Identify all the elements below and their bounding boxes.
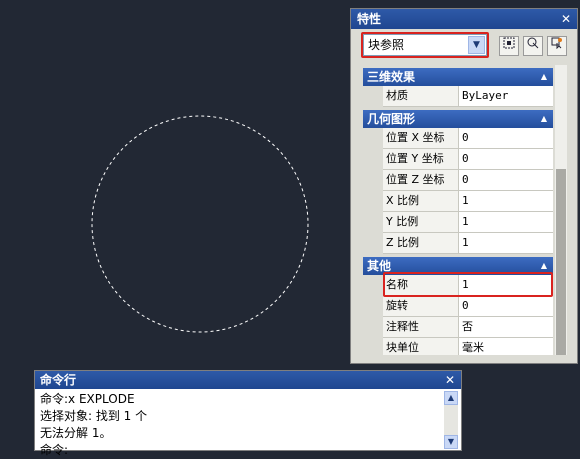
property-label: Y 比例	[383, 212, 459, 233]
property-label: 注释性	[383, 317, 459, 338]
property-row-block-unit[interactable]: 块单位 毫米	[363, 338, 553, 355]
property-value[interactable]: 否	[459, 317, 553, 338]
object-type-highlight	[361, 32, 489, 58]
section-title: 几何图形	[367, 112, 416, 126]
row-gutter	[363, 191, 383, 212]
properties-list: 三维效果 ▲ 材质 ByLayer 几何图形 ▲ 位置 X 坐标 0 位置 Y …	[363, 65, 553, 355]
row-gutter	[363, 128, 383, 149]
select-objects-icon[interactable]	[523, 36, 543, 56]
property-row-scale-y[interactable]: Y 比例 1	[363, 212, 553, 233]
section-header[interactable]: 几何图形 ▲	[363, 110, 553, 128]
section-title: 其他	[367, 259, 392, 273]
row-gutter	[363, 296, 383, 317]
command-scrollbar[interactable]: ▲ ▼	[444, 391, 458, 449]
property-row-scale-x[interactable]: X 比例 1	[363, 191, 553, 212]
property-label: 位置 Z 坐标	[383, 170, 459, 191]
property-row-position-y[interactable]: 位置 Y 坐标 0	[363, 149, 553, 170]
property-value[interactable]: 0	[459, 296, 553, 317]
section-geometry: 几何图形 ▲ 位置 X 坐标 0 位置 Y 坐标 0 位置 Z 坐标 0 X 比…	[363, 110, 553, 254]
collapse-icon[interactable]: ▲	[541, 68, 547, 86]
row-gutter	[363, 233, 383, 254]
collapse-icon[interactable]: ▲	[541, 110, 547, 128]
property-value[interactable]: 毫米	[459, 338, 553, 355]
command-title: 命令行	[40, 373, 77, 387]
property-row-position-z[interactable]: 位置 Z 坐标 0	[363, 170, 553, 191]
command-line: 命令:x EXPLODE	[40, 392, 135, 406]
property-label: Z 比例	[383, 233, 459, 254]
row-gutter	[363, 149, 383, 170]
property-row-annotative[interactable]: 注释性 否	[363, 317, 553, 338]
property-value[interactable]: 1	[459, 191, 553, 212]
property-value[interactable]: 0	[459, 128, 553, 149]
properties-title: 特性	[357, 12, 382, 26]
property-value[interactable]: 0	[459, 170, 553, 191]
property-label: 位置 X 坐标	[383, 128, 459, 149]
close-icon[interactable]: ✕	[559, 12, 573, 26]
command-title-bar[interactable]: 命令行 ✕	[35, 371, 461, 389]
section-misc: 其他 ▲ 名称 1 旋转 0 注释性 否 块单位 毫米	[363, 257, 553, 355]
property-label: X 比例	[383, 191, 459, 212]
property-row-name[interactable]: 名称 1	[363, 272, 553, 297]
property-row-scale-z[interactable]: Z 比例 1	[363, 233, 553, 254]
properties-palette: 特性 ✕ 块参照 ▼ 三维效果 ▲ 材质 ByLayer 几何图形 ▲ 位置 X…	[350, 8, 578, 364]
property-value[interactable]: 1	[459, 212, 553, 233]
properties-scrollbar[interactable]	[555, 65, 567, 355]
property-row-rotation[interactable]: 旋转 0	[363, 296, 553, 317]
property-value[interactable]: ByLayer	[459, 86, 553, 107]
command-window: 命令行 ✕ 命令:x EXPLODE 选择对象: 找到 1 个 无法分解 1。 …	[34, 370, 462, 457]
property-value[interactable]: 1	[459, 233, 553, 254]
row-gutter	[363, 338, 383, 355]
scrollbar-thumb[interactable]	[556, 169, 566, 355]
row-gutter	[363, 86, 383, 107]
selected-block-circle[interactable]	[91, 115, 309, 333]
properties-title-bar[interactable]: 特性 ✕	[351, 9, 577, 29]
property-row-position-x[interactable]: 位置 X 坐标 0	[363, 128, 553, 149]
properties-toolbar: 块参照 ▼	[351, 29, 577, 67]
section-title: 三维效果	[367, 70, 416, 84]
command-line: 无法分解 1。	[40, 426, 112, 440]
toggle-pickadd-icon[interactable]	[547, 36, 567, 56]
property-label: 材质	[383, 86, 459, 107]
row-gutter	[363, 212, 383, 233]
scroll-down-icon[interactable]: ▼	[444, 435, 458, 449]
property-label: 块单位	[383, 338, 459, 355]
command-history: 命令:x EXPLODE 选择对象: 找到 1 个 无法分解 1。 命令:	[40, 391, 440, 459]
row-gutter	[363, 170, 383, 191]
quick-select-icon[interactable]	[499, 36, 519, 56]
property-label: 旋转	[383, 296, 459, 317]
section-header[interactable]: 三维效果 ▲	[363, 68, 553, 86]
scroll-up-icon[interactable]: ▲	[444, 391, 458, 405]
property-label: 位置 Y 坐标	[383, 149, 459, 170]
row-gutter	[363, 317, 383, 338]
name-row-highlight	[383, 272, 553, 297]
close-icon[interactable]: ✕	[443, 373, 457, 387]
section-3d-effects: 三维效果 ▲ 材质 ByLayer	[363, 68, 553, 107]
row-gutter	[363, 275, 383, 296]
property-row-material[interactable]: 材质 ByLayer	[363, 86, 553, 107]
property-value[interactable]: 0	[459, 149, 553, 170]
command-line: 选择对象: 找到 1 个	[40, 409, 148, 423]
